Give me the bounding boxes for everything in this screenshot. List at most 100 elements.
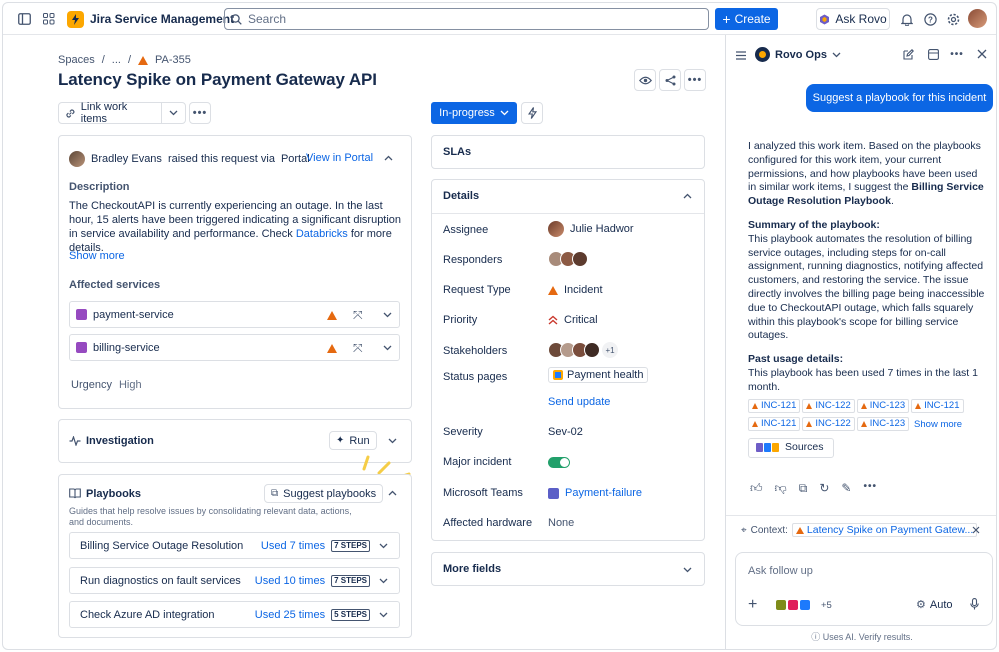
responders-avatars[interactable] [548,251,588,267]
view-in-portal-link[interactable]: View in Portal [306,152,373,164]
suggest-playbooks-button[interactable]: ⧉ Suggest playbooks [264,484,384,503]
incident-warning-icon [915,402,922,409]
chevron-down-icon[interactable] [379,612,388,618]
major-incident-toggle[interactable] [548,457,570,468]
investigation-label: Investigation [86,435,154,447]
share-button[interactable] [659,69,681,91]
edit-icon[interactable]: ✎ [841,481,851,496]
severity-value[interactable]: Sev-02 [548,426,583,438]
service-row[interactable]: billing-service ⤧ [69,334,400,361]
status-page-chip[interactable]: Payment health [548,367,649,383]
copy-icon[interactable]: ⧉ [799,481,808,496]
new-chat-icon[interactable] [900,46,916,62]
link-work-items-button[interactable]: Link work items [58,101,162,125]
incident-chip[interactable]: INC-122 [802,416,855,431]
incident-chip[interactable]: INC-121 [748,416,801,431]
chevron-down-icon[interactable] [383,345,392,351]
incident-warning-icon [806,402,813,409]
request-type-field[interactable]: Incident [548,284,603,296]
playbook-name: Billing Service Outage Resolution [80,539,244,552]
create-button[interactable]: + Create [715,8,778,30]
hardware-value[interactable]: None [548,517,574,529]
sources-button[interactable]: Sources [748,437,834,458]
show-more-incidents-link[interactable]: Show more [914,419,962,430]
chevron-down-icon[interactable] [388,438,397,444]
sidebar-toggle-icon[interactable] [15,10,33,28]
chat-composer[interactable]: Ask follow up + +5 ⚙ Auto [735,552,993,626]
panel-more-icon[interactable]: ••• [949,46,965,62]
retry-icon[interactable]: ↻ [819,481,829,496]
chevron-up-icon[interactable] [388,490,397,496]
more-fields-card[interactable]: More fields [431,552,705,586]
incident-chip[interactable]: INC-123 [856,416,910,431]
playbook-row[interactable]: Billing Service Outage Resolution Used 7… [69,532,400,559]
thumbs-up-icon[interactable]: 👍︎ [750,481,763,496]
remove-context-icon[interactable] [970,523,982,537]
warning-icon [327,311,337,320]
info-icon: ⓘ [811,632,821,642]
incident-warning-icon [752,420,758,427]
notifications-bell-icon[interactable] [898,10,916,28]
link-dropdown-button[interactable] [161,102,186,124]
settings-gear-icon[interactable] [944,10,962,28]
agent-selector[interactable]: Rovo Ops [755,47,841,62]
show-more-link[interactable]: Show more [69,250,125,262]
context-label: Context: [750,524,788,536]
reporter-name[interactable]: Bradley Evans [91,153,162,165]
watch-button[interactable] [634,69,656,91]
playbook-usage[interactable]: Used 10 times [255,575,325,587]
service-row[interactable]: payment-service ⤧ [69,301,400,328]
run-button[interactable]: ✦ Run [329,431,377,450]
incident-chip[interactable]: INC-121 [911,398,964,413]
ask-rovo-button[interactable]: Ask Rovo [816,8,890,30]
thumbs-down-icon[interactable]: 👎︎ [775,481,787,496]
send-update-link[interactable]: Send update [548,396,610,408]
incident-key: INC-122 [815,417,851,429]
status-dropdown[interactable]: In-progress [431,102,517,124]
connector-icons[interactable] [776,600,810,610]
chevron-down-icon[interactable] [383,312,392,318]
chevron-down-icon[interactable] [379,543,388,549]
breadcrumb-ellipsis[interactable]: ... [112,54,121,66]
chevron-up-icon[interactable] [683,193,692,199]
assignee-field[interactable]: Julie Hadwor [548,221,634,237]
playbook-row[interactable]: Check Azure AD integration Used 25 times… [69,601,400,628]
automation-button[interactable] [521,102,543,124]
app-switcher-icon[interactable] [40,10,58,28]
composer-placeholder[interactable]: Ask follow up [748,565,813,577]
databricks-link[interactable]: Databricks [296,228,348,240]
user-avatar[interactable] [968,9,987,28]
more-actions-button[interactable]: ••• [684,69,706,91]
playbook-usage[interactable]: Used 7 times [261,540,325,552]
lightning-icon [527,107,537,119]
add-attachment-icon[interactable]: + [748,597,757,613]
incident-chip[interactable]: INC-123 [856,398,910,413]
more-icon[interactable]: ••• [863,481,877,496]
stakeholders-avatars[interactable]: +1 [548,342,618,358]
app-brand[interactable]: Jira Service Management [67,8,234,30]
hardware-label: Affected hardware [443,517,533,529]
incident-chip[interactable]: INC-121 [748,398,801,413]
breadcrumb-issue-key[interactable]: PA-355 [155,54,191,66]
dependency-map-icon[interactable]: ⤧ [353,308,363,323]
search-input[interactable]: Search [224,8,709,30]
auto-mode-button[interactable]: ⚙ Auto [916,598,953,612]
playbook-usage[interactable]: Used 25 times [255,609,325,621]
dependency-map-icon[interactable]: ⤧ [353,341,363,356]
context-chip[interactable]: Latency Spike on Payment Gatew... [791,523,978,537]
playbook-row[interactable]: Run diagnostics on fault services Used 1… [69,567,400,594]
responder-avatar [572,251,588,267]
microphone-icon[interactable] [970,598,979,613]
issue-more-button[interactable]: ••• [189,102,211,124]
priority-field[interactable]: Critical [548,314,598,326]
chevron-up-icon[interactable] [384,155,393,161]
menu-icon[interactable] [733,47,749,63]
teams-channel-field[interactable]: Payment-failure [548,487,642,499]
slas-card[interactable]: SLAs [431,135,705,169]
chevron-down-icon[interactable] [379,578,388,584]
close-icon[interactable] [974,46,990,62]
panel-layout-icon[interactable] [925,46,941,62]
help-icon[interactable]: ? [921,10,939,28]
breadcrumb-spaces[interactable]: Spaces [58,54,95,66]
incident-chip[interactable]: INC-122 [802,398,855,413]
